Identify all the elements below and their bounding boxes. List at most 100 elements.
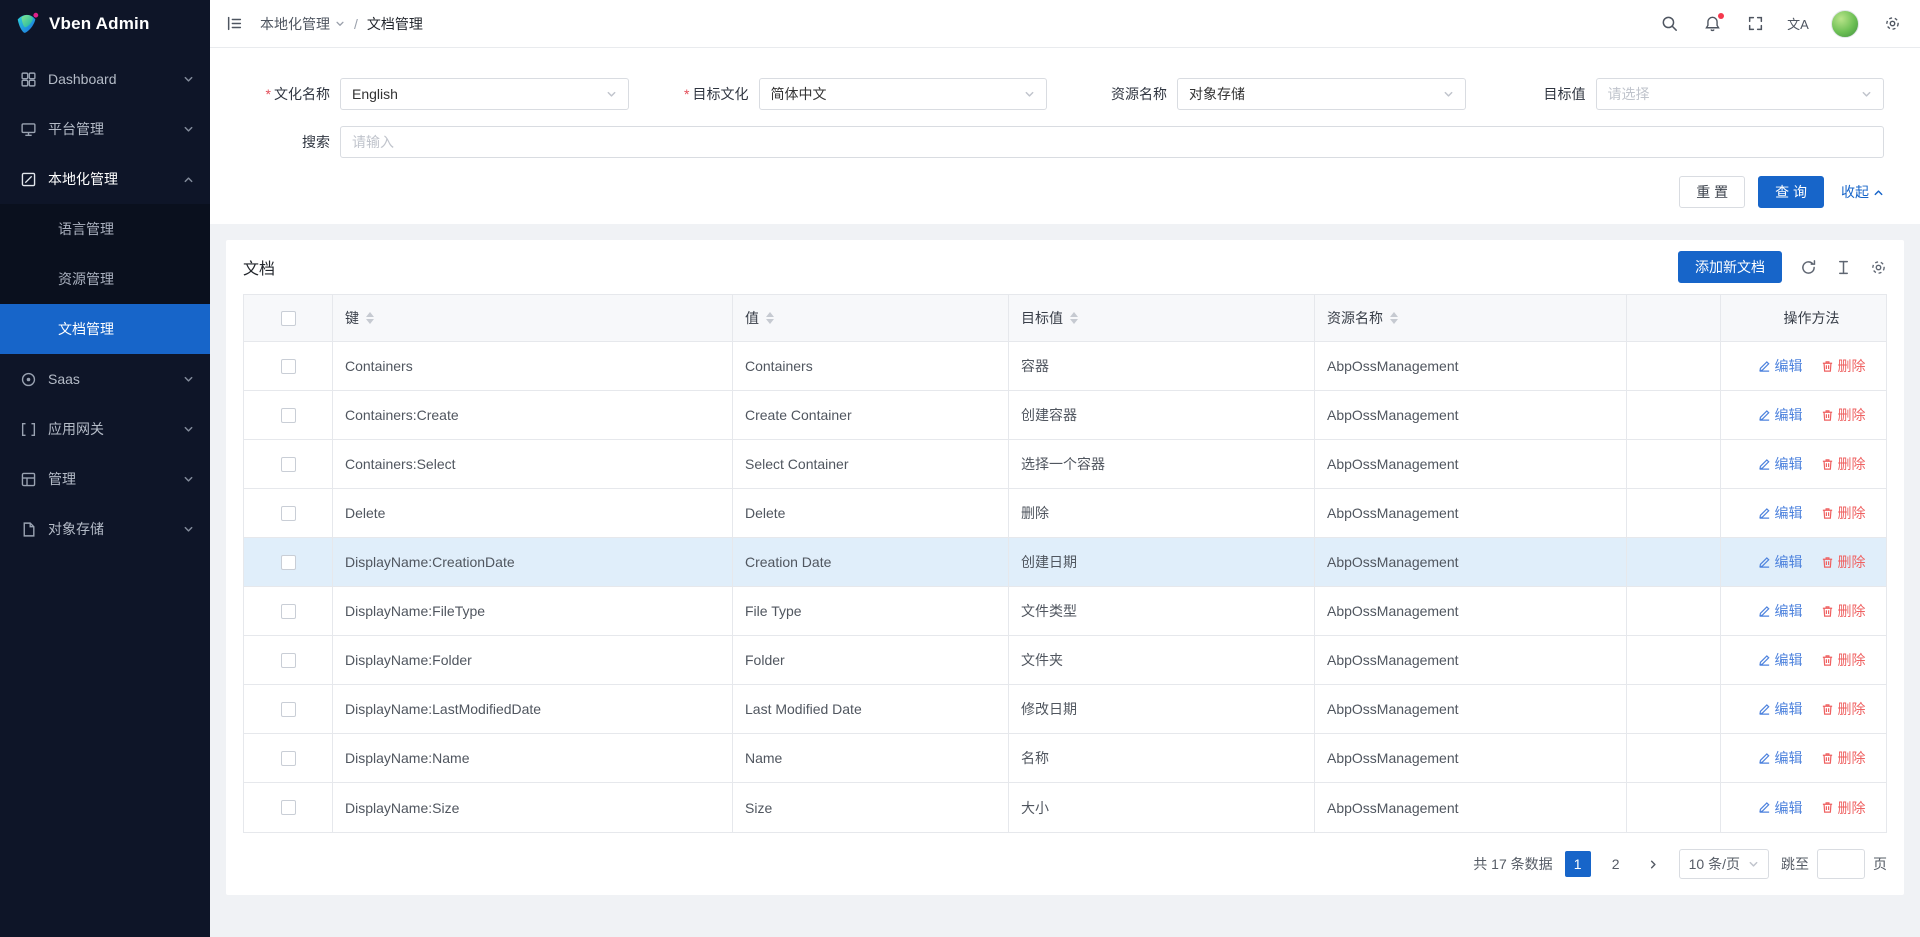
row-checkbox-cell — [244, 734, 333, 782]
sidebar-subitem-label: 语言管理 — [58, 219, 114, 239]
sidebar-fold-icon[interactable] — [224, 14, 244, 34]
jump-page-input[interactable] — [1817, 849, 1865, 879]
table-header-row: 键 值 目标值 资源名称 — [244, 295, 1886, 342]
header-checkbox-cell — [244, 295, 333, 341]
cell-actions: 编辑 删除 — [1721, 783, 1902, 832]
culture-name-select[interactable]: English — [340, 78, 629, 110]
submenu-localization: 语言管理 资源管理 文档管理 — [0, 204, 210, 354]
sidebar-item-localization[interactable]: 本地化管理 — [0, 154, 210, 204]
delete-button[interactable]: 删除 — [1821, 405, 1866, 425]
delete-button[interactable]: 删除 — [1821, 552, 1866, 572]
sidebar-item-dashboard[interactable]: Dashboard — [0, 54, 210, 104]
sort-icons[interactable] — [1070, 312, 1078, 324]
translate-icon[interactable]: 文A — [1788, 14, 1808, 34]
select-all-checkbox[interactable] — [281, 311, 296, 326]
edit-button[interactable]: 编辑 — [1758, 748, 1803, 768]
row-checkbox[interactable] — [281, 555, 296, 570]
column-header-actions: 操作方法 — [1721, 295, 1902, 341]
row-height-icon[interactable] — [1835, 259, 1852, 276]
sidebar-item-language-management[interactable]: 语言管理 — [0, 204, 210, 254]
spacer-cell — [1627, 342, 1721, 390]
search-input[interactable] — [340, 126, 1884, 158]
page-button-2[interactable]: 2 — [1603, 851, 1629, 877]
column-settings-gear-icon[interactable] — [1870, 259, 1887, 276]
column-header-key[interactable]: 键 — [333, 295, 733, 341]
edit-button[interactable]: 编辑 — [1758, 601, 1803, 621]
cell-resource-name: AbpOssManagement — [1315, 489, 1627, 537]
edit-button[interactable]: 编辑 — [1758, 798, 1803, 818]
query-button[interactable]: 查 询 — [1758, 176, 1824, 208]
edit-button[interactable]: 编辑 — [1758, 356, 1803, 376]
gear-icon[interactable] — [1882, 14, 1902, 34]
bell-icon[interactable] — [1702, 14, 1722, 34]
edit-button[interactable]: 编辑 — [1758, 552, 1803, 572]
resource-name-select[interactable]: 对象存储 — [1177, 78, 1466, 110]
delete-button[interactable]: 删除 — [1821, 356, 1866, 376]
edit-button[interactable]: 编辑 — [1758, 650, 1803, 670]
delete-button[interactable]: 删除 — [1821, 748, 1866, 768]
reset-button[interactable]: 重 置 — [1679, 176, 1745, 208]
row-checkbox[interactable] — [281, 457, 296, 472]
cell-value: Name — [733, 734, 1009, 782]
logo[interactable]: Vben Admin — [0, 0, 210, 48]
target-culture-select[interactable]: 简体中文 — [759, 78, 1048, 110]
collapse-link[interactable]: 收起 — [1841, 182, 1884, 202]
row-checkbox[interactable] — [281, 702, 296, 717]
breadcrumb-parent[interactable]: 本地化管理 — [260, 14, 345, 34]
cell-key: Containers:Create — [333, 391, 733, 439]
edit-button[interactable]: 编辑 — [1758, 405, 1803, 425]
sidebar-item-resource-management[interactable]: 资源管理 — [0, 254, 210, 304]
column-title: 资源名称 — [1327, 308, 1383, 328]
delete-button[interactable]: 删除 — [1821, 798, 1866, 818]
delete-button[interactable]: 删除 — [1821, 454, 1866, 474]
spacer-cell — [1627, 391, 1721, 439]
row-checkbox[interactable] — [281, 800, 296, 815]
column-header-value[interactable]: 值 — [733, 295, 1009, 341]
column-header-resource-name[interactable]: 资源名称 — [1315, 295, 1627, 341]
avatar[interactable] — [1831, 10, 1859, 38]
cell-actions: 编辑 删除 — [1721, 391, 1902, 439]
sidebar-item-management[interactable]: 管理 — [0, 454, 210, 504]
page-button-1[interactable]: 1 — [1565, 851, 1591, 877]
row-checkbox[interactable] — [281, 604, 296, 619]
target-value-select[interactable]: 请选择 — [1596, 78, 1885, 110]
query-form: *文化名称 English *目标文化 简体中文 资源名称 — [210, 48, 1920, 224]
sidebar-item-object-storage[interactable]: 对象存储 — [0, 504, 210, 554]
row-checkbox-cell — [244, 783, 333, 832]
edit-button[interactable]: 编辑 — [1758, 699, 1803, 719]
sort-icons[interactable] — [766, 312, 774, 324]
page-size-select[interactable]: 10 条/页 — [1679, 849, 1769, 879]
edit-button[interactable]: 编辑 — [1758, 503, 1803, 523]
sidebar-item-saas[interactable]: Saas — [0, 354, 210, 404]
sidebar-item-platform[interactable]: 平台管理 — [0, 104, 210, 154]
fullscreen-icon[interactable] — [1745, 14, 1765, 34]
row-checkbox[interactable] — [281, 653, 296, 668]
table-row: DisplayName:CreationDate Creation Date 创… — [244, 538, 1886, 587]
add-document-button[interactable]: 添加新文档 — [1678, 251, 1782, 283]
row-checkbox[interactable] — [281, 408, 296, 423]
sort-icons[interactable] — [1390, 312, 1398, 324]
search-icon[interactable] — [1659, 14, 1679, 34]
cell-target-value: 修改日期 — [1009, 685, 1315, 733]
cell-target-value: 名称 — [1009, 734, 1315, 782]
delete-button[interactable]: 删除 — [1821, 699, 1866, 719]
delete-label: 删除 — [1838, 503, 1866, 523]
sidebar-item-document-management[interactable]: 文档管理 — [0, 304, 210, 354]
sort-icons[interactable] — [366, 312, 374, 324]
delete-button[interactable]: 删除 — [1821, 503, 1866, 523]
row-checkbox[interactable] — [281, 506, 296, 521]
row-checkbox[interactable] — [281, 751, 296, 766]
column-header-target-value[interactable]: 目标值 — [1009, 295, 1315, 341]
delete-button[interactable]: 删除 — [1821, 601, 1866, 621]
filter-row-2: 搜索 — [228, 126, 1902, 158]
next-page-button[interactable] — [1641, 851, 1667, 877]
sidebar-item-label: Dashboard — [48, 71, 183, 87]
refresh-icon[interactable] — [1800, 259, 1817, 276]
chevron-down-icon — [183, 424, 194, 435]
edit-button[interactable]: 编辑 — [1758, 454, 1803, 474]
delete-button[interactable]: 删除 — [1821, 650, 1866, 670]
sidebar-item-gateway[interactable]: 应用网关 — [0, 404, 210, 454]
pencil-icon — [1758, 605, 1771, 618]
row-checkbox[interactable] — [281, 359, 296, 374]
edit-label: 编辑 — [1775, 650, 1803, 670]
